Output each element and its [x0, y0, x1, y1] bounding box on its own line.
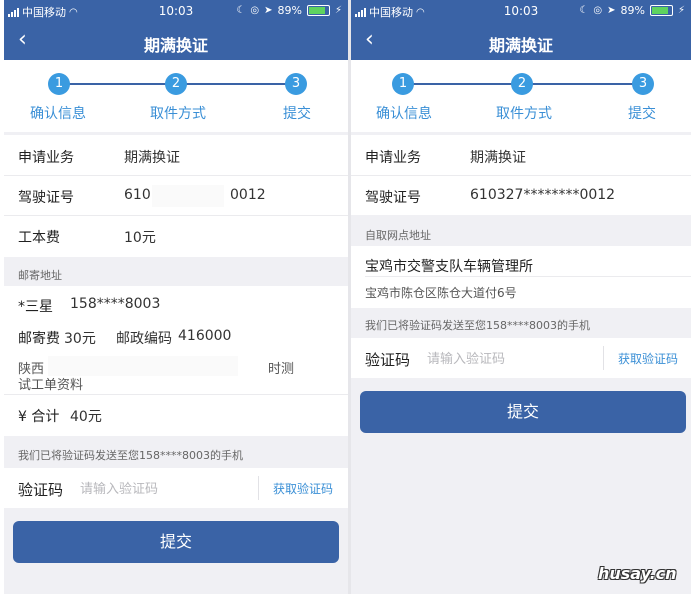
postcode-label: 邮政编码	[116, 331, 172, 347]
business-info-panel: 申请业务 期满换证 驾驶证号 610327********0012	[351, 135, 691, 215]
step-2-label: 取件方式	[150, 106, 206, 122]
business-label: 申请业务	[365, 150, 421, 166]
business-label: 申请业务	[18, 150, 74, 166]
verification-code-row: 验证码 获取验证码	[351, 338, 691, 378]
step-3-label: 提交	[628, 106, 656, 122]
sms-notice: 我们已将验证码发送至您158****8003的手机	[365, 319, 590, 332]
step-1-label: 确认信息	[30, 106, 86, 122]
step-2-circle: 2	[511, 73, 533, 95]
moon-icon: ☾	[236, 5, 246, 16]
step-3-circle: 3	[632, 73, 654, 95]
battery-icon	[649, 5, 673, 16]
total-label: ¥ 合计	[18, 409, 60, 425]
step-2-label: 取件方式	[496, 106, 552, 122]
page-title: 期满换证	[143, 36, 208, 55]
verification-code-row: 验证码 获取验证码	[4, 468, 348, 508]
fee-label: 工本费	[18, 230, 60, 246]
redacted-blur	[48, 356, 238, 376]
postcode-value: 416000	[178, 328, 232, 344]
business-info-panel: 申请业务 期满换证 驾驶证号 610 0012 工本费 10元	[4, 135, 348, 257]
license-value: 610327********0012	[470, 187, 616, 203]
lock-rotation-icon: ◎	[250, 5, 260, 16]
step-1-circle: 1	[392, 73, 414, 95]
battery-percent: 89%	[620, 4, 645, 17]
recipient-phone: 158****8003	[70, 296, 161, 312]
left-phone-screen: 中国移动 ◠ 10:03 ☾ ◎ ➤ 89% ⚡ ‹ 期满换证 1 2 3 确认…	[4, 0, 348, 594]
code-label: 验证码	[365, 351, 411, 369]
mail-section-label: 邮寄地址	[18, 269, 62, 282]
nav-bar: ‹ 期满换证	[4, 22, 348, 60]
license-label: 驾驶证号	[18, 190, 74, 206]
postage-value: 30元	[64, 331, 96, 347]
pickup-address-panel: 宝鸡市交警支队车辆管理所 宝鸡市陈仓区陈仓大道付6号	[351, 246, 691, 308]
step-1-label: 确认信息	[376, 106, 432, 122]
recipient-name: *三星	[18, 299, 53, 315]
license-value-start: 610	[124, 187, 151, 203]
step-3-circle: 3	[285, 73, 307, 95]
divider	[365, 276, 691, 277]
submit-button[interactable]: 提交	[13, 521, 339, 563]
status-bar: 中国移动 ◠ 10:03 ☾ ◎ ➤ 89% ⚡	[4, 0, 348, 22]
business-value: 期满换证	[470, 150, 526, 166]
lock-rotation-icon: ◎	[593, 5, 603, 16]
address-line2: 试工单资料	[18, 378, 84, 393]
get-code-button[interactable]: 获取验证码	[618, 350, 678, 367]
step-1-circle: 1	[48, 73, 70, 95]
verification-code-input[interactable]	[78, 476, 242, 502]
input-divider	[258, 476, 259, 500]
nav-bar: ‹ 期满换证	[351, 22, 691, 60]
code-label: 验证码	[18, 481, 64, 499]
fee-value: 10元	[124, 230, 156, 246]
divider	[4, 215, 348, 216]
location-icon: ➤	[264, 5, 273, 16]
divider	[4, 175, 348, 176]
sms-notice: 我们已将验证码发送至您158****8003的手机	[18, 449, 243, 462]
total-value: 40元	[70, 409, 102, 425]
step-indicator: 1 2 3 确认信息 取件方式 提交	[4, 60, 348, 132]
redacted-blur	[152, 185, 224, 207]
watermark-text: husay.cn	[598, 564, 677, 583]
divider	[4, 394, 348, 395]
step-indicator: 1 2 3 确认信息 取件方式 提交	[351, 60, 691, 132]
location-icon: ➤	[607, 5, 616, 16]
battery-icon	[306, 5, 330, 16]
license-label: 驾驶证号	[365, 190, 421, 206]
submit-button[interactable]: 提交	[360, 391, 686, 433]
mail-address-panel: *三星 158****8003 邮寄费 30元 邮政编码 416000 陕西 时…	[4, 286, 348, 436]
divider	[351, 175, 691, 176]
step-2-circle: 2	[165, 73, 187, 95]
get-code-button[interactable]: 获取验证码	[273, 480, 333, 497]
pickup-address: 宝鸡市陈仓区陈仓大道付6号	[365, 286, 517, 300]
postage-label: 邮寄费	[18, 331, 60, 347]
license-value-end: 0012	[230, 187, 266, 203]
input-divider	[603, 346, 604, 370]
business-value: 期满换证	[124, 150, 180, 166]
right-phone-screen: 中国移动 ◠ 10:03 ☾ ◎ ➤ 89% ⚡ ‹ 期满换证 1 2 3 确认…	[351, 0, 691, 594]
pickup-section-label: 自取网点地址	[365, 229, 431, 242]
pickup-name: 宝鸡市交警支队车辆管理所	[365, 259, 533, 275]
verification-code-input[interactable]	[425, 346, 589, 372]
step-3-label: 提交	[283, 106, 311, 122]
page-title: 期满换证	[488, 36, 553, 55]
address-line1-end: 时测	[268, 362, 295, 377]
charging-icon: ⚡	[334, 5, 342, 16]
moon-icon: ☾	[579, 5, 589, 16]
battery-percent: 89%	[277, 4, 302, 17]
status-bar: 中国移动 ◠ 10:03 ☾ ◎ ➤ 89% ⚡	[351, 0, 691, 22]
charging-icon: ⚡	[677, 5, 685, 16]
